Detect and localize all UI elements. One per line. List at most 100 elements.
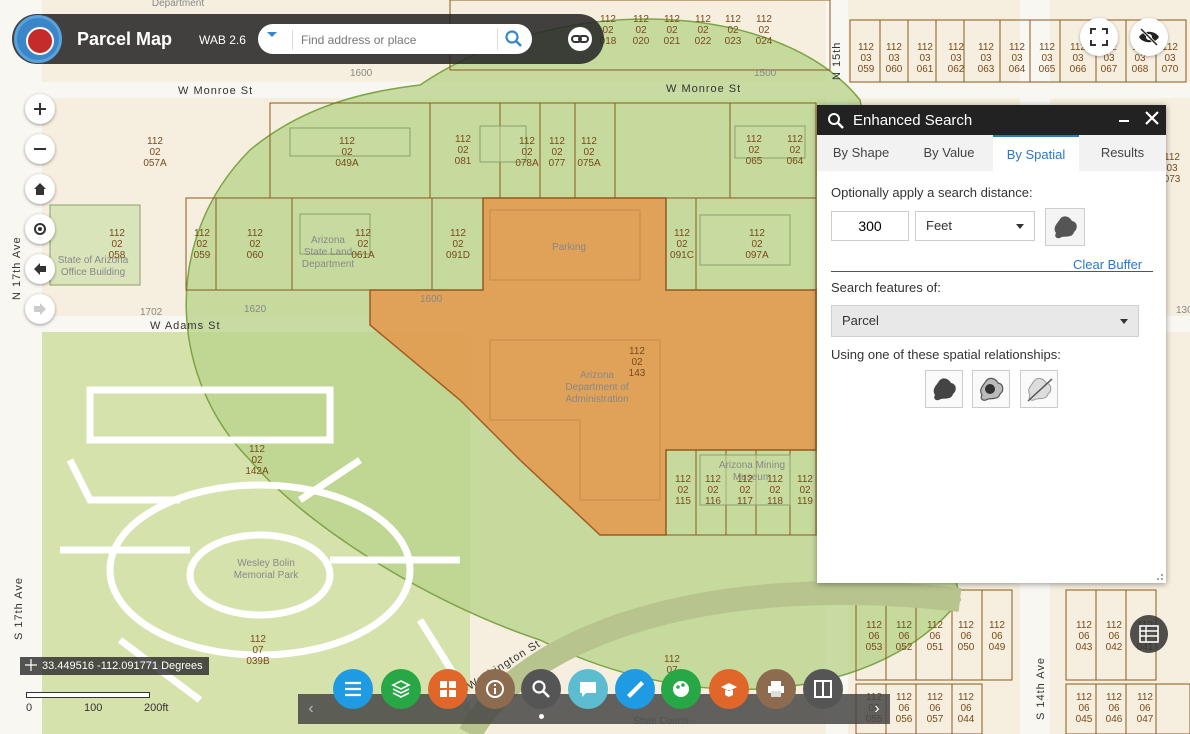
about-tool-button[interactable]	[475, 669, 515, 709]
search-layer-value: Parcel	[842, 313, 879, 328]
street-label: S 14th Ave	[1035, 657, 1047, 720]
home-button[interactable]	[25, 174, 55, 204]
basemap-tool-icon	[440, 681, 456, 697]
street-label: W Monroe St	[666, 83, 741, 95]
street-label: N 17th Ave	[11, 236, 23, 300]
share-link-button[interactable]	[568, 27, 592, 51]
close-button[interactable]	[1143, 107, 1161, 129]
building-label: Department	[152, 0, 204, 9]
fullscreen-button[interactable]	[1080, 18, 1118, 56]
app-header: Parcel Map WAB 2.6	[12, 14, 604, 64]
address-number: 1600	[420, 294, 443, 305]
fullscreen-icon	[1090, 28, 1108, 46]
my-location-button[interactable]	[25, 214, 55, 244]
draw-tool-icon	[673, 681, 689, 697]
intersects-icon	[933, 378, 956, 401]
arrow-right-icon	[34, 303, 46, 315]
print-tool-icon	[768, 681, 784, 697]
swipe-tool-button[interactable]	[803, 669, 843, 709]
scale-label: 100	[84, 702, 103, 714]
toolbar-next-button[interactable]: ›	[866, 694, 888, 724]
search-features-label: Search features of:	[831, 280, 941, 295]
app-logo	[14, 15, 62, 63]
scale-label: 200ft	[144, 702, 169, 714]
minimize-icon	[1119, 120, 1129, 122]
feedback-tool-icon	[580, 682, 596, 697]
chevron-down-icon	[1016, 224, 1024, 229]
scale-bar: 0 100 200ft	[26, 692, 176, 720]
address-number: 1500	[754, 68, 777, 79]
within-button[interactable]	[1020, 370, 1058, 408]
address-number: 130	[1176, 305, 1190, 316]
print-tool-2-icon	[721, 683, 737, 697]
about-tool-icon	[486, 680, 504, 698]
legend-tool-button[interactable]	[333, 669, 373, 709]
draw-buffer-button[interactable]	[1045, 208, 1085, 246]
swipe-tool-icon	[814, 680, 832, 698]
link-icon	[568, 27, 592, 51]
street-label: W Monroe St	[178, 85, 253, 97]
search-layer-select[interactable]: Parcel	[831, 305, 1139, 337]
layers-tool-icon	[391, 680, 411, 698]
close-icon	[1145, 111, 1159, 125]
draw-tool-button[interactable]	[661, 669, 701, 709]
measure-tool-icon	[627, 681, 644, 698]
attribute-table-button[interactable]	[1130, 615, 1168, 653]
resize-handle-icon[interactable]	[1154, 571, 1164, 581]
search-icon	[505, 30, 522, 47]
measure-tool-button[interactable]	[615, 669, 655, 709]
search-input[interactable]	[292, 30, 493, 50]
app-title: Parcel Map	[77, 29, 173, 49]
search-tool-button[interactable]	[521, 669, 561, 709]
next-extent-button[interactable]	[25, 294, 55, 324]
scale-label: 0	[26, 702, 33, 714]
clear-buffer-link[interactable]: Clear Buffer	[1073, 257, 1142, 272]
print-tool-2-button[interactable]	[709, 669, 749, 709]
plus-icon	[34, 103, 46, 115]
divider	[831, 271, 1153, 272]
enhanced-search-panel: Enhanced Search By Shape By Value By Spa…	[817, 105, 1166, 583]
intersects-button[interactable]	[925, 370, 963, 408]
spatial-relationship-label: Using one of these spatial relationships…	[831, 347, 1061, 362]
crosshair-icon[interactable]	[25, 659, 37, 671]
table-icon	[1139, 625, 1159, 643]
tab-bar: By Shape By Value By Spatial Results	[817, 135, 1166, 171]
chevron-down-icon	[1120, 319, 1128, 324]
search-tool-icon	[532, 680, 550, 698]
zoom-out-button[interactable]	[25, 134, 55, 164]
address-number: 1620	[244, 304, 267, 315]
app-version: WAB 2.6	[199, 33, 246, 47]
distance-input[interactable]	[831, 211, 909, 241]
distance-unit-select[interactable]: Feet	[915, 211, 1035, 241]
tab-by-shape[interactable]: By Shape	[817, 135, 905, 169]
search-source-dropdown[interactable]	[266, 31, 286, 47]
minimize-button[interactable]	[1118, 109, 1132, 129]
street-label: S 17th Ave	[13, 577, 25, 640]
toggle-visibility-button[interactable]	[1130, 18, 1168, 56]
print-tool-button[interactable]	[756, 669, 796, 709]
coordinate-readout: 33.449516 -112.091771 Degrees	[20, 657, 209, 675]
search-button[interactable]	[497, 28, 526, 50]
scale-bar-graphic	[26, 692, 150, 698]
zoom-in-button[interactable]	[25, 94, 55, 124]
distance-label: Optionally apply a search distance:	[831, 185, 1033, 200]
eye-off-icon	[1139, 28, 1159, 46]
tab-by-spatial[interactable]: By Spatial	[993, 135, 1079, 171]
coordinate-value: 33.449516 -112.091771 Degrees	[42, 660, 203, 672]
within-icon	[1027, 377, 1053, 402]
previous-extent-button[interactable]	[25, 254, 55, 284]
panel-header[interactable]: Enhanced Search	[817, 105, 1166, 135]
street-label: N 15th	[831, 42, 843, 80]
search-icon	[828, 113, 844, 129]
locate-icon	[34, 223, 46, 235]
tab-by-value[interactable]: By Value	[905, 135, 993, 169]
basemap-tool-button[interactable]	[428, 669, 468, 709]
layers-tool-button[interactable]	[381, 669, 421, 709]
minus-icon	[34, 148, 46, 150]
tab-results[interactable]: Results	[1079, 135, 1166, 169]
toolbar-prev-button[interactable]: ‹	[300, 694, 322, 724]
legend-tool-icon	[345, 681, 361, 697]
feedback-tool-button[interactable]	[568, 669, 608, 709]
contains-button[interactable]	[972, 370, 1010, 408]
address-number: 1702	[140, 307, 163, 318]
